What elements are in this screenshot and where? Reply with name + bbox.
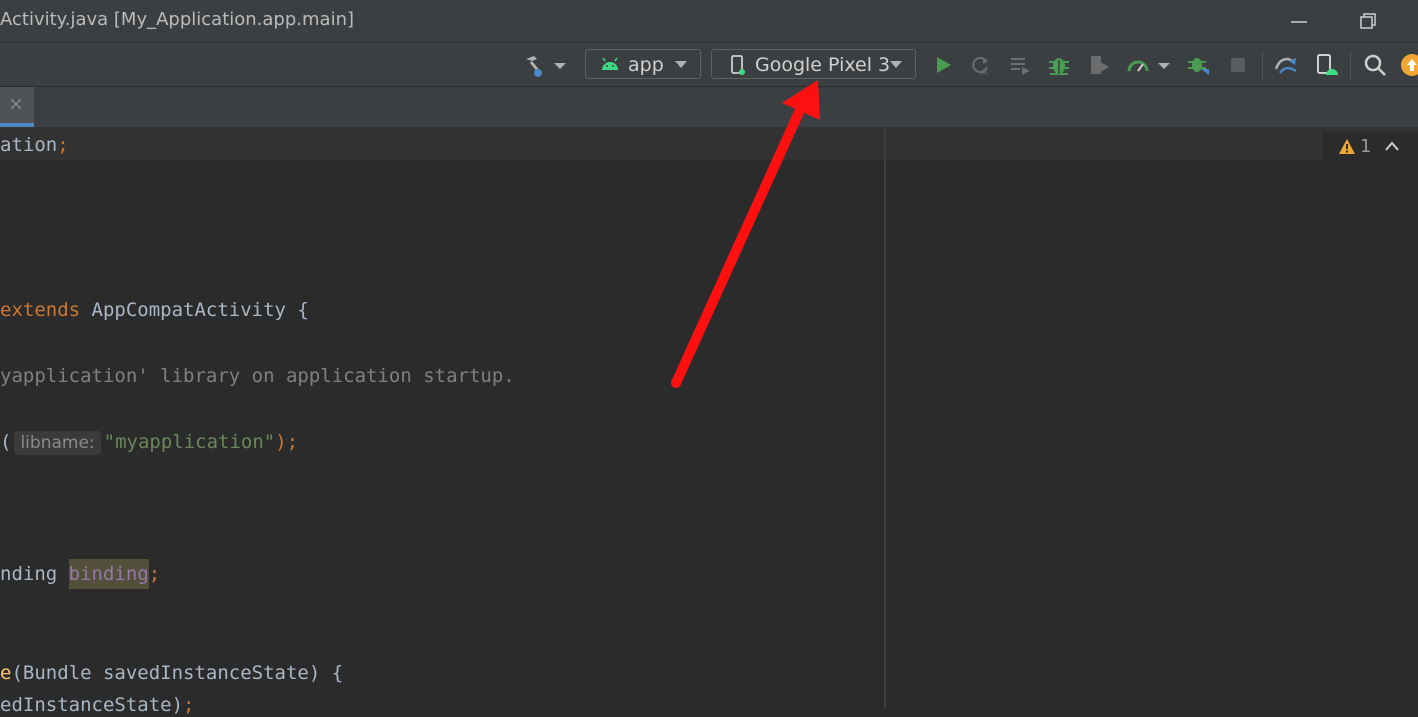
code-line: e(Bundle savedInstanceState) { [0,662,344,684]
android-icon [602,57,618,70]
device-manager-icon[interactable] [1314,53,1338,77]
code-line: (libname: "myapplication"); [0,431,299,455]
search-icon[interactable] [1363,53,1387,77]
toolbar-separator [1350,51,1351,79]
chevron-down-icon[interactable] [1156,53,1172,77]
toolbar-separator [1262,51,1263,79]
window-title: Activity.java [My_Application.app.main] [0,9,355,30]
chevron-down-icon [675,61,687,68]
device-combo[interactable]: Google Pixel 3 [711,49,916,79]
code-line: edInstanceState); [0,694,195,716]
device-combo-label: Google Pixel 3 [755,54,891,76]
minimize-icon[interactable] [1286,8,1312,34]
debug-icon[interactable] [1047,53,1071,77]
main-toolbar: app Google Pixel 3 A [0,43,1418,87]
apply-code-changes-icon[interactable] [1008,53,1032,77]
code-line: extends AppCompatActivity { [0,299,309,321]
build-dropdown-icon[interactable] [552,53,568,77]
sync-gradle-icon[interactable] [1274,53,1298,77]
highlighted-identifier: binding [68,559,149,589]
parameter-hint: libname: [14,431,101,455]
editor-tab-bar [0,87,1418,128]
chevron-down-icon [890,61,902,68]
current-line-highlight [0,128,1418,160]
device-icon [731,55,745,75]
hammer-build-icon[interactable] [522,53,546,77]
code-line: nding binding; [0,559,160,589]
restore-icon[interactable] [1355,8,1381,34]
code-editor[interactable]: ation; extends AppCompatActivity { yappl… [0,128,1418,716]
stop-icon[interactable] [1226,53,1250,77]
tab-selected-indicator [0,123,34,127]
code-line: ation; [0,134,69,156]
close-icon[interactable] [8,96,24,112]
coverage-icon[interactable] [1087,53,1111,77]
attach-debugger-icon[interactable] [1187,53,1211,77]
warning-icon [1339,139,1355,154]
svg-text:A: A [981,68,988,77]
editor-tab-active[interactable] [0,87,34,127]
run-icon[interactable] [931,53,955,77]
right-margin-guide [884,128,886,709]
inspection-widget[interactable]: 1 [1322,132,1418,160]
apply-changes-icon[interactable]: A [968,53,992,77]
warning-count: 1 [1360,136,1372,157]
profile-icon[interactable] [1126,53,1150,77]
chevron-up-icon[interactable] [1384,140,1400,152]
code-comment-line: yapplication' library on application sta… [0,365,515,387]
module-combo[interactable]: app [585,49,701,79]
module-combo-label: app [628,54,664,76]
update-icon[interactable] [1400,53,1418,77]
title-bar: Activity.java [My_Application.app.main] [0,0,1418,43]
